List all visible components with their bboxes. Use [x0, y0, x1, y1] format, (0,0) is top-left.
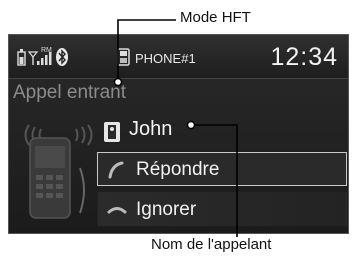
caller-name: John — [129, 118, 173, 140]
callout-caller-name: Nom de l'appelant — [151, 236, 272, 253]
hangup-icon — [107, 207, 127, 214]
clock: 12:34 — [270, 43, 338, 71]
callout-hft-mode: Mode HFT — [180, 9, 251, 26]
incoming-call-label: Appel entrant — [13, 82, 127, 103]
status-bar: RM PHONE#1 12:34 — [9, 35, 348, 78]
ignore-button[interactable]: Ignorer — [97, 192, 347, 226]
bluetooth-icon — [56, 48, 68, 66]
ignore-label: Ignorer — [136, 199, 197, 220]
roaming-indicator: RM — [41, 47, 52, 54]
caller-row: John — [99, 117, 329, 147]
phone-icon — [117, 48, 130, 66]
contact-icon — [104, 122, 120, 142]
divider — [9, 78, 348, 79]
answer-icon — [108, 161, 124, 179]
status-icons: RM — [17, 47, 68, 66]
ringing-phone-illustration — [24, 124, 93, 219]
display-screen: RM PHONE#1 12:34 Appel entrant John Répo… — [8, 34, 349, 234]
battery-icon — [17, 49, 26, 66]
answer-label: Répondre — [136, 159, 220, 180]
phone-name: PHONE#1 — [135, 51, 196, 66]
answer-button[interactable]: Répondre — [97, 152, 347, 186]
